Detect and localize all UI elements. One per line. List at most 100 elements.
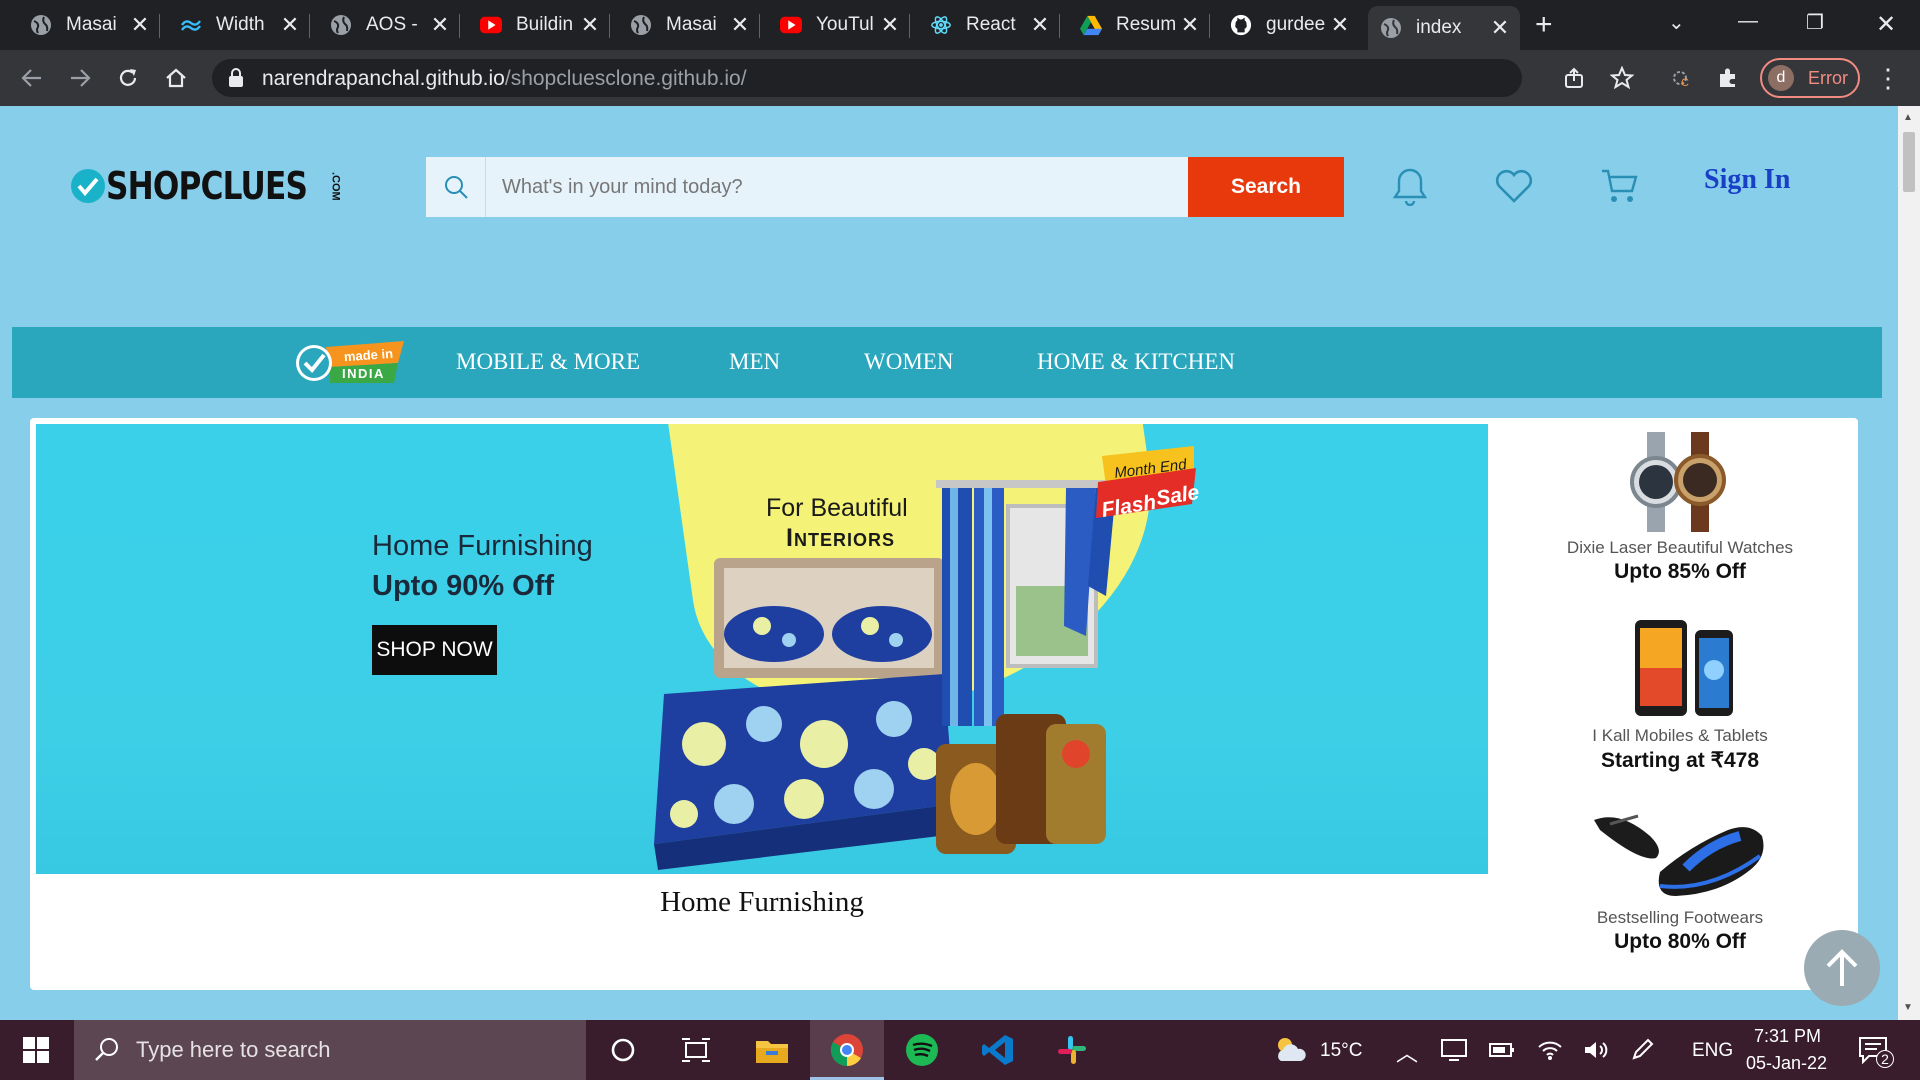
tailwind-icon <box>180 14 202 36</box>
browser-tab[interactable]: Buildin ✕ <box>468 6 610 44</box>
display-icon[interactable] <box>1436 1032 1472 1068</box>
weather-icon[interactable] <box>1272 1032 1308 1068</box>
globe-icon <box>30 14 52 36</box>
close-tab-icon[interactable]: ✕ <box>128 12 152 38</box>
made-in-india-badge: made in INDIA <box>296 341 404 383</box>
close-tab-icon[interactable]: ✕ <box>1178 12 1202 38</box>
minimize-button[interactable]: — <box>1738 10 1758 33</box>
globe-icon <box>330 14 352 36</box>
watches-image <box>1630 432 1726 532</box>
banner-title: Home Furnishing <box>372 530 593 562</box>
task-view-icon[interactable] <box>678 1032 714 1068</box>
scroll-to-top-button[interactable] <box>1804 930 1880 1006</box>
avatar: d <box>1768 65 1794 91</box>
side-deal-mobiles[interactable]: I Kall Mobiles & Tablets Starting at ₹47… <box>1510 620 1850 773</box>
shopclues-logo[interactable]: SHOPCLUES .COM <box>70 164 341 208</box>
scrollbar-thumb[interactable] <box>1903 132 1915 192</box>
extension-icon[interactable]: C <box>1666 64 1694 92</box>
banner-offer: Upto 90% Off <box>372 570 555 602</box>
chevron-up-icon[interactable]: ︿ <box>1396 1036 1418 1068</box>
profile-error-button[interactable]: d Error <box>1760 58 1860 98</box>
new-tab-button[interactable]: + <box>1535 10 1553 40</box>
lock-icon[interactable] <box>228 68 244 93</box>
menu-kebab-icon[interactable]: ⋮ <box>1874 63 1902 93</box>
youtube-icon <box>780 14 802 36</box>
browser-tab[interactable]: React ✕ <box>918 6 1060 44</box>
search-button[interactable]: Search <box>1188 157 1344 217</box>
hero-banner[interactable]: Home Furnishing Upto 90% Off SHOP NOW Fo… <box>36 424 1488 874</box>
reload-icon[interactable] <box>114 64 142 92</box>
windows-start-icon[interactable] <box>18 1032 54 1068</box>
shop-now-button[interactable]: SHOP NOW <box>372 625 497 675</box>
browser-tab[interactable]: YouTul ✕ <box>768 6 910 44</box>
close-tab-icon[interactable]: ✕ <box>1488 15 1512 41</box>
file-explorer-icon[interactable] <box>754 1032 790 1068</box>
close-tab-icon[interactable]: ✕ <box>278 12 302 38</box>
taskbar-search[interactable]: Type here to search <box>74 1020 586 1080</box>
banner-caption: Home Furnishing <box>660 886 864 918</box>
close-window-button[interactable]: ✕ <box>1876 10 1896 39</box>
close-tab-icon[interactable]: ✕ <box>878 12 902 38</box>
nav-men[interactable]: MEN <box>729 349 780 375</box>
home-icon[interactable] <box>162 64 190 92</box>
page-scrollbar[interactable]: ▲ ▼ <box>1898 106 1920 1020</box>
browser-tab[interactable]: Masai ✕ <box>618 6 760 44</box>
search-input[interactable] <box>486 157 1188 217</box>
search-icon[interactable] <box>426 157 486 217</box>
globe-icon <box>1380 17 1402 39</box>
footwear-image <box>1594 814 1764 896</box>
arrow-up-icon <box>1826 949 1858 986</box>
restore-button[interactable]: ❐ <box>1806 10 1824 35</box>
close-tab-icon[interactable]: ✕ <box>1328 12 1352 38</box>
tab-search-icon[interactable]: ⌄ <box>1668 10 1685 35</box>
spotify-icon[interactable] <box>904 1032 940 1068</box>
browser-toolbar: narendrapanchal.github.io/shopcluesclone… <box>0 50 1920 106</box>
forward-icon[interactable] <box>66 64 94 92</box>
share-icon[interactable] <box>1560 64 1588 92</box>
browser-tab[interactable]: Masai ✕ <box>18 6 160 44</box>
search-icon <box>95 1038 118 1061</box>
wishlist-heart-icon[interactable] <box>1492 164 1536 208</box>
side-deal-footwears[interactable]: Bestselling Footwears Upto 80% Off <box>1510 806 1850 954</box>
close-tab-icon[interactable]: ✕ <box>1028 12 1052 38</box>
browser-tab[interactable]: AOS - ✕ <box>318 6 460 44</box>
svg-text:C: C <box>1681 77 1689 89</box>
cart-icon[interactable] <box>1598 164 1642 208</box>
search-bar: Search <box>426 157 1344 217</box>
nav-home-kitchen[interactable]: HOME & KITCHEN <box>1037 349 1235 375</box>
wifi-icon[interactable] <box>1532 1032 1568 1068</box>
mobiles-image <box>1635 620 1733 716</box>
browser-tab[interactable]: Resum ✕ <box>1068 6 1210 44</box>
flash-sale-badge: Month End Flash Sale <box>1096 446 1200 522</box>
bookmark-star-icon[interactable] <box>1608 64 1636 92</box>
bell-icon[interactable] <box>1388 164 1432 208</box>
back-icon[interactable] <box>18 64 46 92</box>
globe-icon <box>630 14 652 36</box>
puzzle-icon[interactable] <box>1714 64 1742 92</box>
bed-illustration <box>654 558 956 870</box>
webpage: SHOPCLUES .COM Search Sign In made in IN… <box>0 106 1898 1020</box>
volume-icon[interactable] <box>1578 1032 1614 1068</box>
close-tab-icon[interactable]: ✕ <box>728 12 752 38</box>
cortana-icon[interactable] <box>605 1032 641 1068</box>
vscode-icon[interactable] <box>980 1032 1016 1068</box>
india-text: INDIA <box>342 366 385 381</box>
browser-tab-active[interactable]: index ✕ <box>1368 6 1520 50</box>
category-navbar: made in INDIA MOBILE & MORE MEN WOMEN HO… <box>12 327 1882 398</box>
browser-tab-strip: Masai ✕ Width ✕ AOS - ✕ Buildin ✕ Masai … <box>0 0 1920 50</box>
side-deal-watches[interactable]: Dixie Laser Beautiful Watches Upto 85% O… <box>1510 432 1850 584</box>
chrome-icon[interactable] <box>829 1032 865 1068</box>
address-bar[interactable]: narendrapanchal.github.io/shopcluesclone… <box>212 59 1522 97</box>
url-text: narendrapanchal.github.io/shopcluesclone… <box>262 67 747 90</box>
close-tab-icon[interactable]: ✕ <box>578 12 602 38</box>
nav-women[interactable]: WOMEN <box>864 349 953 375</box>
battery-icon[interactable] <box>1484 1032 1520 1068</box>
pen-icon[interactable] <box>1624 1032 1660 1068</box>
nav-mobile-more[interactable]: MOBILE & MORE <box>456 349 640 375</box>
browser-tab[interactable]: gurdee ✕ <box>1218 6 1360 44</box>
browser-tab[interactable]: Width ✕ <box>168 6 310 44</box>
close-tab-icon[interactable]: ✕ <box>428 12 452 38</box>
deals-panel: Home Furnishing Upto 90% Off SHOP NOW Fo… <box>30 418 1858 990</box>
sign-in-link[interactable]: Sign In <box>1704 164 1790 196</box>
slack-icon[interactable] <box>1054 1032 1090 1068</box>
